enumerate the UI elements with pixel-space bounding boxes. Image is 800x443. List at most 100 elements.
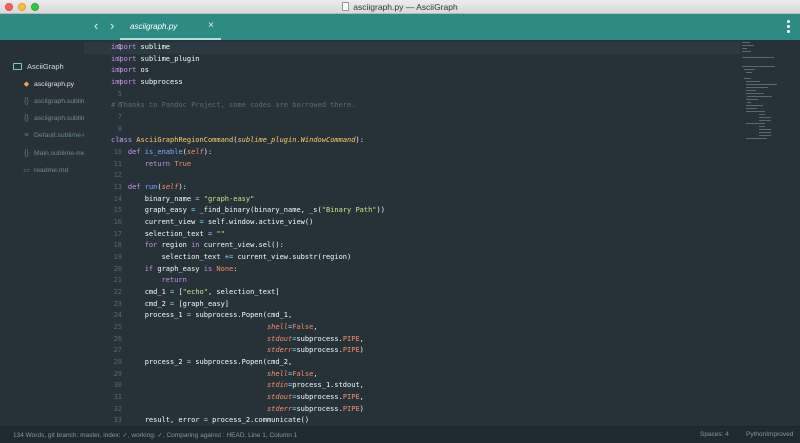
code-line[interactable]: 7 xyxy=(84,112,740,124)
code-line[interactable]: 32 stderr=subprocess.PIPE) xyxy=(84,404,740,416)
code-line[interactable]: 20 if graph_easy is None: xyxy=(84,264,740,276)
minimap-line xyxy=(745,123,765,124)
sidebar-file-item[interactable]: {} asciigraph.sublime-commands xyxy=(23,96,84,106)
minimap-line xyxy=(745,99,758,100)
code-line[interactable]: 4 import subprocess xyxy=(84,77,740,89)
code-line[interactable]: 3 import os xyxy=(84,65,740,77)
code-line[interactable]: 1 import sublime xyxy=(84,42,740,54)
code-text: current_view = self.window.active_view() xyxy=(111,218,314,227)
sidebar-file-label: asciigraph.py xyxy=(34,80,75,88)
window-title: asciigraph.py — AsciiGraph xyxy=(353,1,458,12)
code-text: cmd_2 = [graph_easy] xyxy=(111,299,230,308)
code-line[interactable]: 16 current_view = self.window.active_vie… xyxy=(84,217,740,229)
window-controls xyxy=(5,3,39,11)
code-line[interactable]: 11 return True xyxy=(84,159,740,171)
folder-icon xyxy=(13,63,22,70)
tab-label: asciigraph.py xyxy=(130,22,178,31)
code-line[interactable]: 12 xyxy=(84,170,740,182)
code-text: import sublime xyxy=(111,43,171,51)
chevron-right-icon[interactable]: › xyxy=(110,19,114,33)
minimap-line xyxy=(747,102,751,103)
chevron-left-icon[interactable]: ‹ xyxy=(94,19,98,33)
minimap-line xyxy=(758,114,766,115)
line-number: 7 xyxy=(117,113,122,122)
status-info: 134 Words, git branch: master, index: ✓,… xyxy=(13,432,298,439)
json-brace-icon: {} xyxy=(24,149,29,157)
code-line[interactable]: 25 shell=False, xyxy=(84,322,740,334)
code-line[interactable]: 23 cmd_2 = [graph_easy] xyxy=(84,299,740,311)
minimap-line xyxy=(742,45,754,46)
minimap[interactable] xyxy=(740,40,800,426)
sidebar: AsciiGraph ◆ asciigraph.py {} asciigraph.su… xyxy=(0,40,84,426)
minimap-line xyxy=(743,69,755,70)
code-text: result, error = process_2.communicate() xyxy=(111,416,310,425)
code-line[interactable]: 30 stdin=process_1.stdout, xyxy=(84,380,740,392)
code-line[interactable]: 29 shell=False, xyxy=(84,369,740,381)
code-line[interactable]: 9 class AsciiGraphRegionCommand(sublime_p… xyxy=(84,135,740,147)
code-line[interactable]: 24 process_1 = subprocess.Popen(cmd_1, xyxy=(84,310,740,322)
code-text: shell=False, xyxy=(266,369,318,378)
code-line[interactable]: 8 xyxy=(84,124,740,136)
code-line[interactable]: 22 cmd_1 = ["echo", selection_text] xyxy=(84,287,740,299)
sidebar-file-item[interactable]: {} asciigraph.sublime-settings xyxy=(23,114,84,124)
minimap-line xyxy=(743,78,752,79)
code-text: for region in current_view.sel(): xyxy=(144,241,284,250)
code-line[interactable]: 19 selection_text += current_view.substr… xyxy=(84,252,740,264)
window-title-wrap: asciigraph.py — AsciiGraph xyxy=(342,1,458,12)
code-line[interactable]: 27 stderr=subprocess.PIPE) xyxy=(84,345,740,357)
zoom-window-button[interactable] xyxy=(31,3,39,11)
sidebar-file-item[interactable]: ▭ readme.md xyxy=(23,166,68,176)
code-line[interactable]: 10 def is_enable(self): xyxy=(84,147,740,159)
more-vertical-icon[interactable] xyxy=(787,20,791,35)
code-line[interactable]: 6 # Thanks to Pandoc Project, some codes … xyxy=(84,100,740,112)
code-text: cmd_1 = ["echo", selection_text] xyxy=(111,288,280,297)
sidebar-file-label: Main.sublime-menu xyxy=(34,149,84,157)
code-line[interactable]: 5 xyxy=(84,89,740,101)
minimap-line xyxy=(745,84,777,85)
sidebar-project-folder[interactable]: AsciiGraph xyxy=(13,62,64,71)
code-text: shell=False, xyxy=(266,323,318,332)
code-text: selection_text = "" xyxy=(111,229,225,238)
minimap-line xyxy=(758,132,772,133)
indentation-setting[interactable]: Spaces: 4 xyxy=(700,431,729,438)
code-line[interactable]: 21 return xyxy=(84,275,740,287)
code-line[interactable]: 15 graph_easy = _find_binary(binary_name… xyxy=(84,205,740,217)
code-text: return xyxy=(161,276,187,285)
python-file-icon: ◆ xyxy=(23,80,30,88)
code-line[interactable]: 28 process_2 = subprocess.Popen(cmd_2, xyxy=(84,357,740,369)
code-line[interactable]: 13 def run(self): xyxy=(84,182,740,194)
json-brace-icon: {} xyxy=(24,115,29,123)
code-line[interactable]: 2 import sublime_plugin xyxy=(84,54,740,66)
code-text: stderr=subprocess.PIPE) xyxy=(266,346,364,355)
code-text: process_2 = subprocess.Popen(cmd_2, xyxy=(111,358,293,367)
minimap-line xyxy=(758,117,772,118)
code-line[interactable]: 17 selection_text = "" xyxy=(84,229,740,241)
document-icon xyxy=(342,2,350,11)
minimize-window-button[interactable] xyxy=(18,3,26,11)
minimap-line xyxy=(745,93,764,94)
sidebar-file-item[interactable]: ◆ asciigraph.py xyxy=(23,79,74,89)
minimap-line xyxy=(742,51,752,52)
code-line[interactable]: 14 binary_name = "graph-easy" xyxy=(84,194,740,206)
sidebar-file-item[interactable]: ≡ Default.sublime-keymap xyxy=(23,131,84,141)
minimap-line xyxy=(745,81,760,82)
code-line[interactable]: 33 result, error = process_2.communicate… xyxy=(84,415,740,426)
tab-asciigraph-py[interactable]: asciigraph.py × xyxy=(120,14,221,40)
code-line[interactable]: 18 for region in current_view.sel(): xyxy=(84,240,740,252)
minimap-line xyxy=(745,105,764,106)
status-bar: 134 Words, git branch: master, index: ✓,… xyxy=(0,426,800,443)
code-line[interactable]: 26 stdout=subprocess.PIPE, xyxy=(84,334,740,346)
close-icon[interactable]: × xyxy=(208,20,214,31)
code-text: selection_text += current_view.substr(re… xyxy=(111,253,352,262)
code-line[interactable]: 31 stdout=subprocess.PIPE, xyxy=(84,392,740,404)
window-titlebar: asciigraph.py — AsciiGraph xyxy=(0,0,800,14)
line-number: 12 xyxy=(113,171,122,180)
code-editor[interactable]: 1 import sublime 2 import sublime_plugin 3 im… xyxy=(84,40,740,426)
close-window-button[interactable] xyxy=(5,3,13,11)
sidebar-file-label: Default.sublime-keymap xyxy=(34,132,84,140)
syntax-selector[interactable]: PythonImproved xyxy=(746,431,793,438)
code-text: return True xyxy=(144,159,192,168)
sidebar-file-item[interactable]: {} Main.sublime-menu xyxy=(23,148,84,158)
minimap-line xyxy=(745,90,757,91)
minimap-line xyxy=(742,66,775,67)
